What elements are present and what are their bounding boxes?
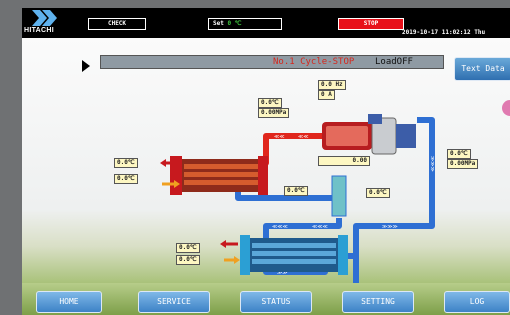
nav-log-button[interactable]: LOG xyxy=(444,291,510,313)
svg-text:≫≫≫: ≫≫≫ xyxy=(429,156,435,172)
compressor-frequency: 0.0 Hz xyxy=(318,80,346,90)
nav-service-button[interactable]: SERVICE xyxy=(138,291,210,313)
compressor-current: 0 A xyxy=(318,90,335,100)
nav-setting-button[interactable]: SETTING xyxy=(342,291,414,313)
svg-text:≪≪≪: ≪≪≪ xyxy=(272,224,288,230)
nav-status-button[interactable]: STATUS xyxy=(240,291,312,313)
svg-text:≪≪: ≪≪ xyxy=(298,134,308,140)
suction-pressure: 0.00MPa xyxy=(447,159,479,169)
compressor-icon xyxy=(322,114,416,155)
set-temperature-display: Set 0 ℃ xyxy=(208,18,282,30)
receiver-tank-icon xyxy=(331,175,347,217)
refrigeration-diagram: ≪≪ ≪≪ ≪≪≪ ≪≪≪ ≫≫≫ ≫≫ ≫≫≫ xyxy=(160,100,510,283)
condenser-in-temperature: 0.0℃ xyxy=(114,158,138,168)
pipe-temperature-right: 0.0℃ xyxy=(366,188,390,198)
check-indicator: CHECK xyxy=(88,18,146,30)
evaporator-icon xyxy=(240,235,348,275)
hmi-screen: HITACHI CHECK Set 0 ℃ STOP 2019-10-17 11… xyxy=(22,8,510,315)
discharge-pressure: 0.00MPa xyxy=(258,108,290,118)
brand-arrows-icon xyxy=(32,10,57,26)
set-value: 0 xyxy=(227,20,232,27)
nav-home-button[interactable]: HOME xyxy=(36,291,102,313)
set-label: Set xyxy=(213,20,224,27)
svg-text:≫≫≫: ≫≫≫ xyxy=(382,224,398,230)
set-unit: ℃ xyxy=(234,20,242,27)
condenser-icon xyxy=(170,156,268,195)
evaporator-in-temperature: 0.0℃ xyxy=(176,243,200,253)
brand-logo: HITACHI xyxy=(24,27,54,34)
top-bar: HITACHI CHECK Set 0 ℃ STOP 2019-10-17 11… xyxy=(22,8,510,38)
stop-indicator: STOP xyxy=(338,18,404,30)
condenser-out-temperature: 0.0℃ xyxy=(114,174,138,184)
side-indicator-icon xyxy=(502,100,510,116)
suction-temperature: 0.0℃ xyxy=(447,149,471,159)
evaporator-out-temperature: 0.0℃ xyxy=(176,255,200,265)
valve-opening: 0.00 xyxy=(318,156,370,166)
discharge-temperature: 0.0℃ xyxy=(258,98,282,108)
svg-text:≪≪: ≪≪ xyxy=(274,134,284,140)
pipe-temperature-left: 0.0℃ xyxy=(284,186,308,196)
bottom-nav: HOME SERVICE STATUS SETTING LOG xyxy=(22,283,510,315)
svg-text:≪≪≪: ≪≪≪ xyxy=(312,224,328,230)
main-panel: No.1 Cycle-STOP LoadOFF Text Data ≪≪ ≪≪ … xyxy=(22,38,510,283)
datetime-display: 2019-10-17 11:02:12 Thu xyxy=(402,29,486,36)
